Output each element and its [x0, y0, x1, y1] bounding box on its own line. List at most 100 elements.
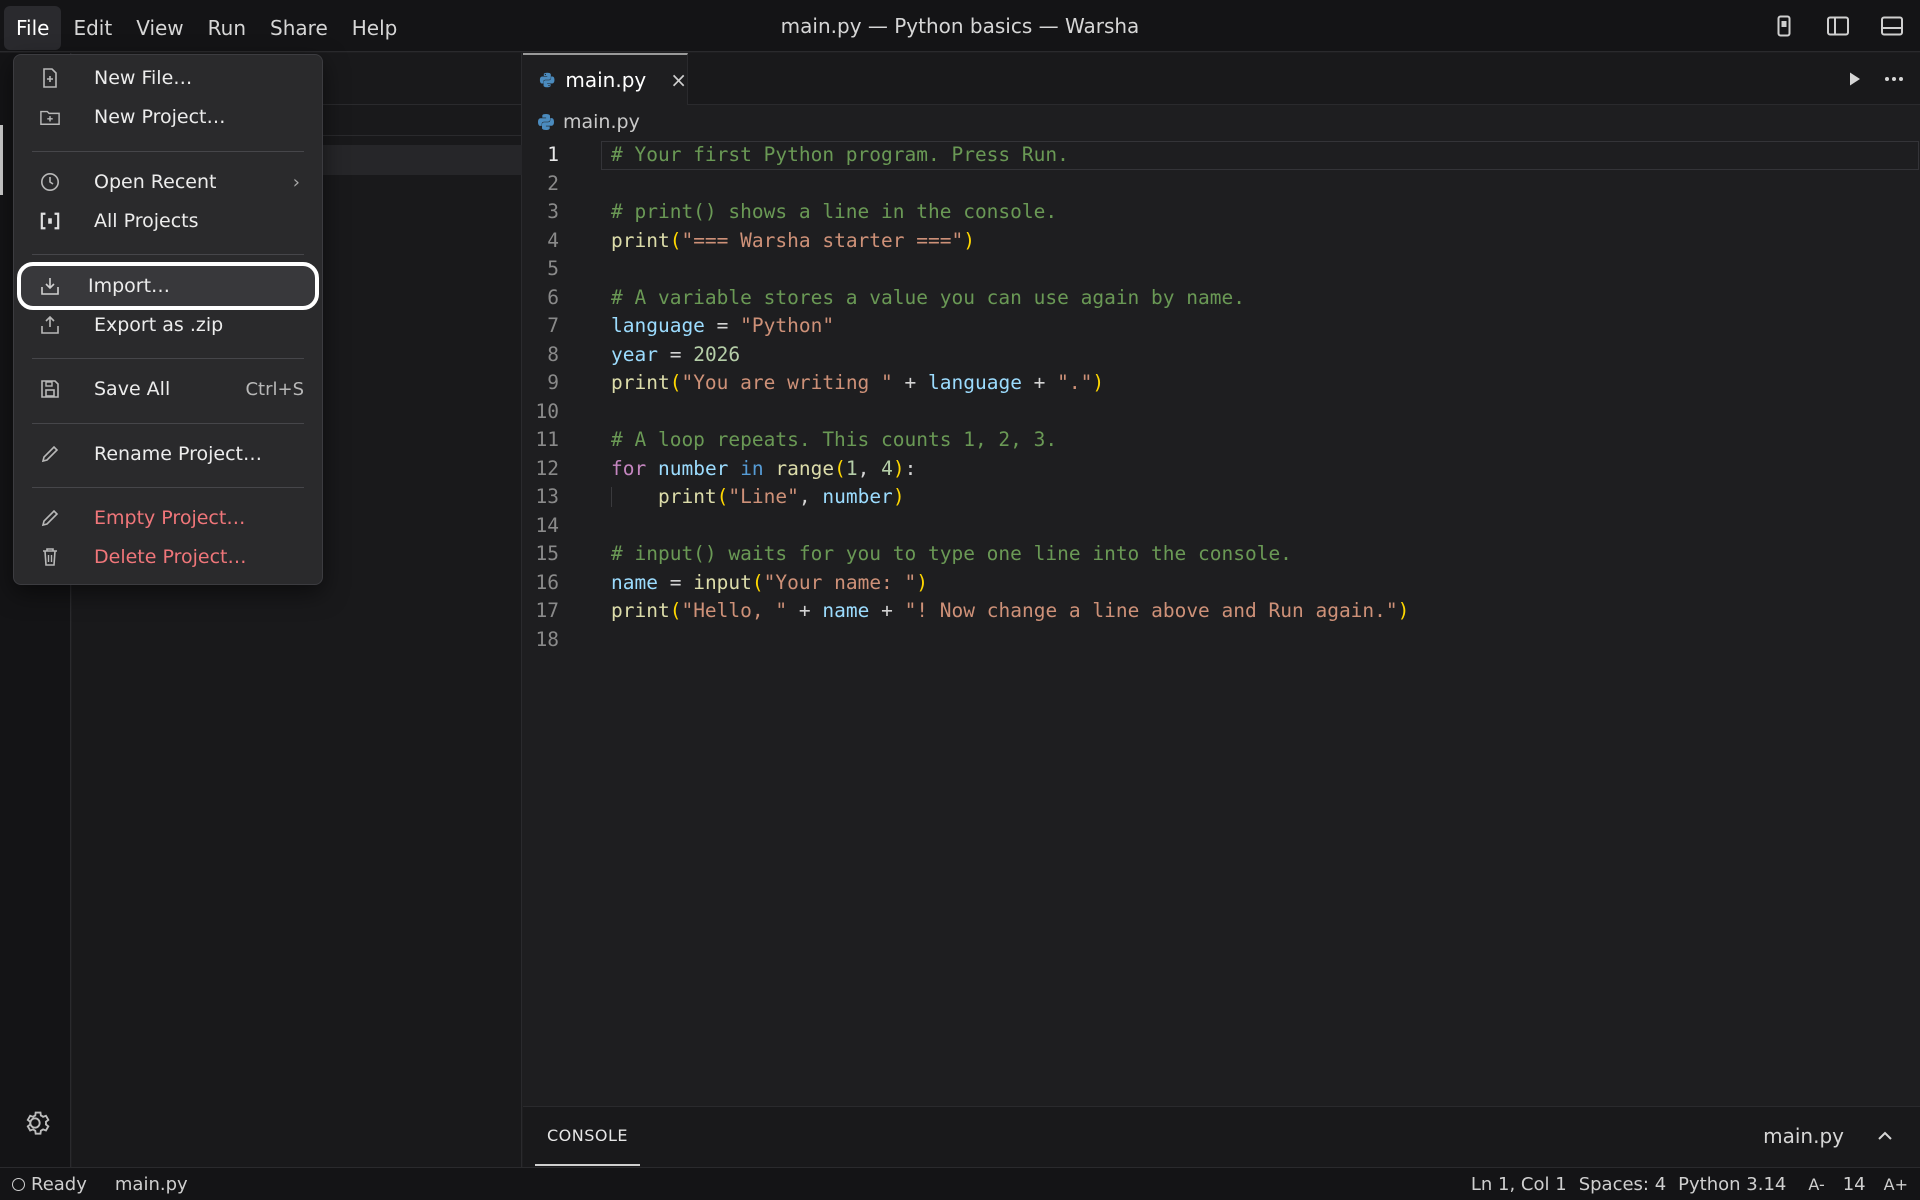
code-line[interactable]: 8 year = 2026 — [523, 341, 1920, 370]
code-line[interactable]: 1 # Your first Python program. Press Run. — [523, 141, 1920, 170]
code-line[interactable]: 14 — [523, 512, 1920, 541]
code-token: 1 — [845, 456, 858, 480]
settings-button[interactable] — [17, 1105, 53, 1141]
code-token: : — [904, 456, 917, 480]
menu-item-delete-project[interactable]: Delete Project… — [22, 538, 314, 576]
code-token: # Your first Python program. Press Run. — [611, 143, 1069, 166]
code-token: ) — [1397, 599, 1410, 622]
menu-item-import[interactable]: Import… — [17, 262, 319, 310]
console-file: main.py — [1763, 1124, 1844, 1148]
code-editor[interactable]: 1 # Your first Python program. Press Run.… — [523, 141, 1920, 654]
close-tab-icon[interactable]: × — [670, 68, 687, 92]
code-token: # input() waits for you to type one line… — [611, 542, 1292, 565]
menu-item-save-all[interactable]: Save All Ctrl+S — [22, 370, 314, 408]
code-line[interactable]: 6 # A variable stores a value you can use… — [523, 284, 1920, 313]
code-token: number — [657, 456, 729, 480]
line-number: 17 — [535, 599, 559, 622]
code-line[interactable]: 3 # print() shows a line in the console. — [523, 198, 1920, 227]
code-token: # A loop repeats. This counts 1, 2, 3. — [611, 428, 1058, 451]
code-token: for — [611, 456, 647, 480]
font-increase-button[interactable]: A+ — [1884, 1175, 1908, 1194]
cursor-position[interactable]: Ln 1, Col 1 — [1471, 1174, 1567, 1195]
menu-run[interactable]: Run — [196, 6, 258, 50]
code-token: ( — [669, 228, 682, 252]
new-folder-icon — [40, 110, 60, 125]
menu-item-empty-project[interactable]: Empty Project… — [22, 499, 314, 537]
code-text: name = input("Your name: ") — [611, 569, 928, 598]
menu-view[interactable]: View — [124, 6, 195, 50]
font-decrease-button[interactable]: A- — [1808, 1175, 1824, 1194]
code-line[interactable]: 2 — [523, 170, 1920, 199]
menu-item-label: Save All — [94, 378, 171, 400]
code-text: print("=== Warsha starter ===") — [611, 227, 975, 256]
save-icon — [41, 380, 59, 398]
code-line[interactable]: 13 print("Line", number) — [523, 483, 1920, 512]
menu-edit[interactable]: Edit — [61, 6, 124, 50]
code-token: input — [693, 570, 752, 594]
code-line[interactable]: 4 print("=== Warsha starter ===") — [523, 227, 1920, 256]
status-left: Ready main.py — [12, 1168, 188, 1200]
menu-item-new-file[interactable]: New File… — [22, 59, 314, 97]
language-mode[interactable]: Python 3.14 — [1678, 1174, 1786, 1195]
menu-share[interactable]: Share — [258, 6, 340, 50]
code-token: , — [857, 456, 882, 480]
menu-item-rename-project[interactable]: Rename Project… — [22, 435, 314, 473]
editor-area: main.py × main.py 1 # Your first Python p… — [523, 53, 1920, 1106]
gear-icon — [26, 1111, 50, 1135]
menu-divider — [32, 254, 304, 255]
code-token: in — [740, 456, 764, 480]
code-token: + — [1021, 371, 1058, 394]
code-token: 4 — [881, 456, 893, 480]
code-text: print("Hello, " + name + "! Now change a… — [611, 597, 1409, 626]
status-bar: Ready main.py Ln 1, Col 1 Spaces: 4 Pyth… — [0, 1167, 1920, 1200]
more-icon[interactable] — [1884, 76, 1904, 82]
menu-help[interactable]: Help — [340, 6, 410, 50]
code-token: ) — [1092, 371, 1105, 394]
breadcrumb-file[interactable]: main.py — [563, 111, 640, 133]
toggle-sidebar-button[interactable] — [1820, 8, 1856, 44]
expand-console-button[interactable] — [1870, 1121, 1900, 1151]
code-text: print("You are writing " + language + ".… — [611, 369, 1104, 398]
indentation[interactable]: Spaces: 4 — [1579, 1174, 1666, 1195]
menu-file[interactable]: File — [4, 6, 62, 50]
code-token: "Line" — [728, 485, 799, 508]
code-token: ) — [892, 456, 905, 480]
toggle-panel-button[interactable] — [1874, 8, 1910, 44]
status-right: Ln 1, Col 1 Spaces: 4 Python 3.14 A- 14 … — [1471, 1168, 1908, 1200]
menu-item-export-zip[interactable]: Export as .zip — [22, 306, 314, 344]
code-line[interactable]: 15 # input() waits for you to type one li… — [523, 540, 1920, 569]
run-icon[interactable] — [1848, 71, 1862, 87]
menu-item-all-projects[interactable]: All Projects — [22, 202, 314, 240]
line-number: 6 — [547, 285, 559, 309]
code-token: + — [869, 599, 905, 622]
code-line[interactable]: 9 print("You are writing " + language + "… — [523, 369, 1920, 398]
menu-divider — [32, 151, 304, 152]
code-line[interactable]: 18 — [523, 626, 1920, 655]
code-line[interactable]: 7 language = "Python" — [523, 312, 1920, 341]
code-line[interactable]: 11 # A loop repeats. This counts 1, 2, 3. — [523, 426, 1920, 455]
menu-item-label: Export as .zip — [94, 314, 224, 336]
menu-item-label: All Projects — [94, 210, 199, 232]
console-tab[interactable]: CONSOLE — [535, 1107, 641, 1166]
tab-main-py[interactable]: main.py × — [523, 53, 688, 105]
code-token: ( — [669, 599, 682, 622]
line-number: 1 — [547, 143, 559, 166]
activity-indicator — [0, 125, 3, 195]
menu-item-open-recent[interactable]: Open Recent › — [22, 163, 314, 201]
title-bar: main.py — Python basics — Warsha File Ed… — [0, 0, 1920, 52]
new-file-icon — [43, 68, 57, 88]
code-line[interactable]: 5 — [523, 255, 1920, 284]
code-text: # Your first Python program. Press Run. — [611, 141, 1069, 170]
code-text: # input() waits for you to type one line… — [611, 540, 1292, 569]
menu-item-new-project[interactable]: New Project… — [22, 98, 314, 136]
mobile-preview-button[interactable] — [1766, 8, 1802, 44]
code-token: year — [611, 342, 658, 366]
code-line[interactable]: 10 — [523, 398, 1920, 427]
code-line[interactable]: 17 print("Hello, " + name + "! Now change… — [523, 597, 1920, 626]
line-number: 15 — [535, 542, 559, 565]
code-line[interactable]: 12 for number in range(1, 4): — [523, 455, 1920, 484]
code-token: "Hello, " — [681, 599, 788, 622]
code-line[interactable]: 16 name = input("Your name: ") — [523, 569, 1920, 598]
